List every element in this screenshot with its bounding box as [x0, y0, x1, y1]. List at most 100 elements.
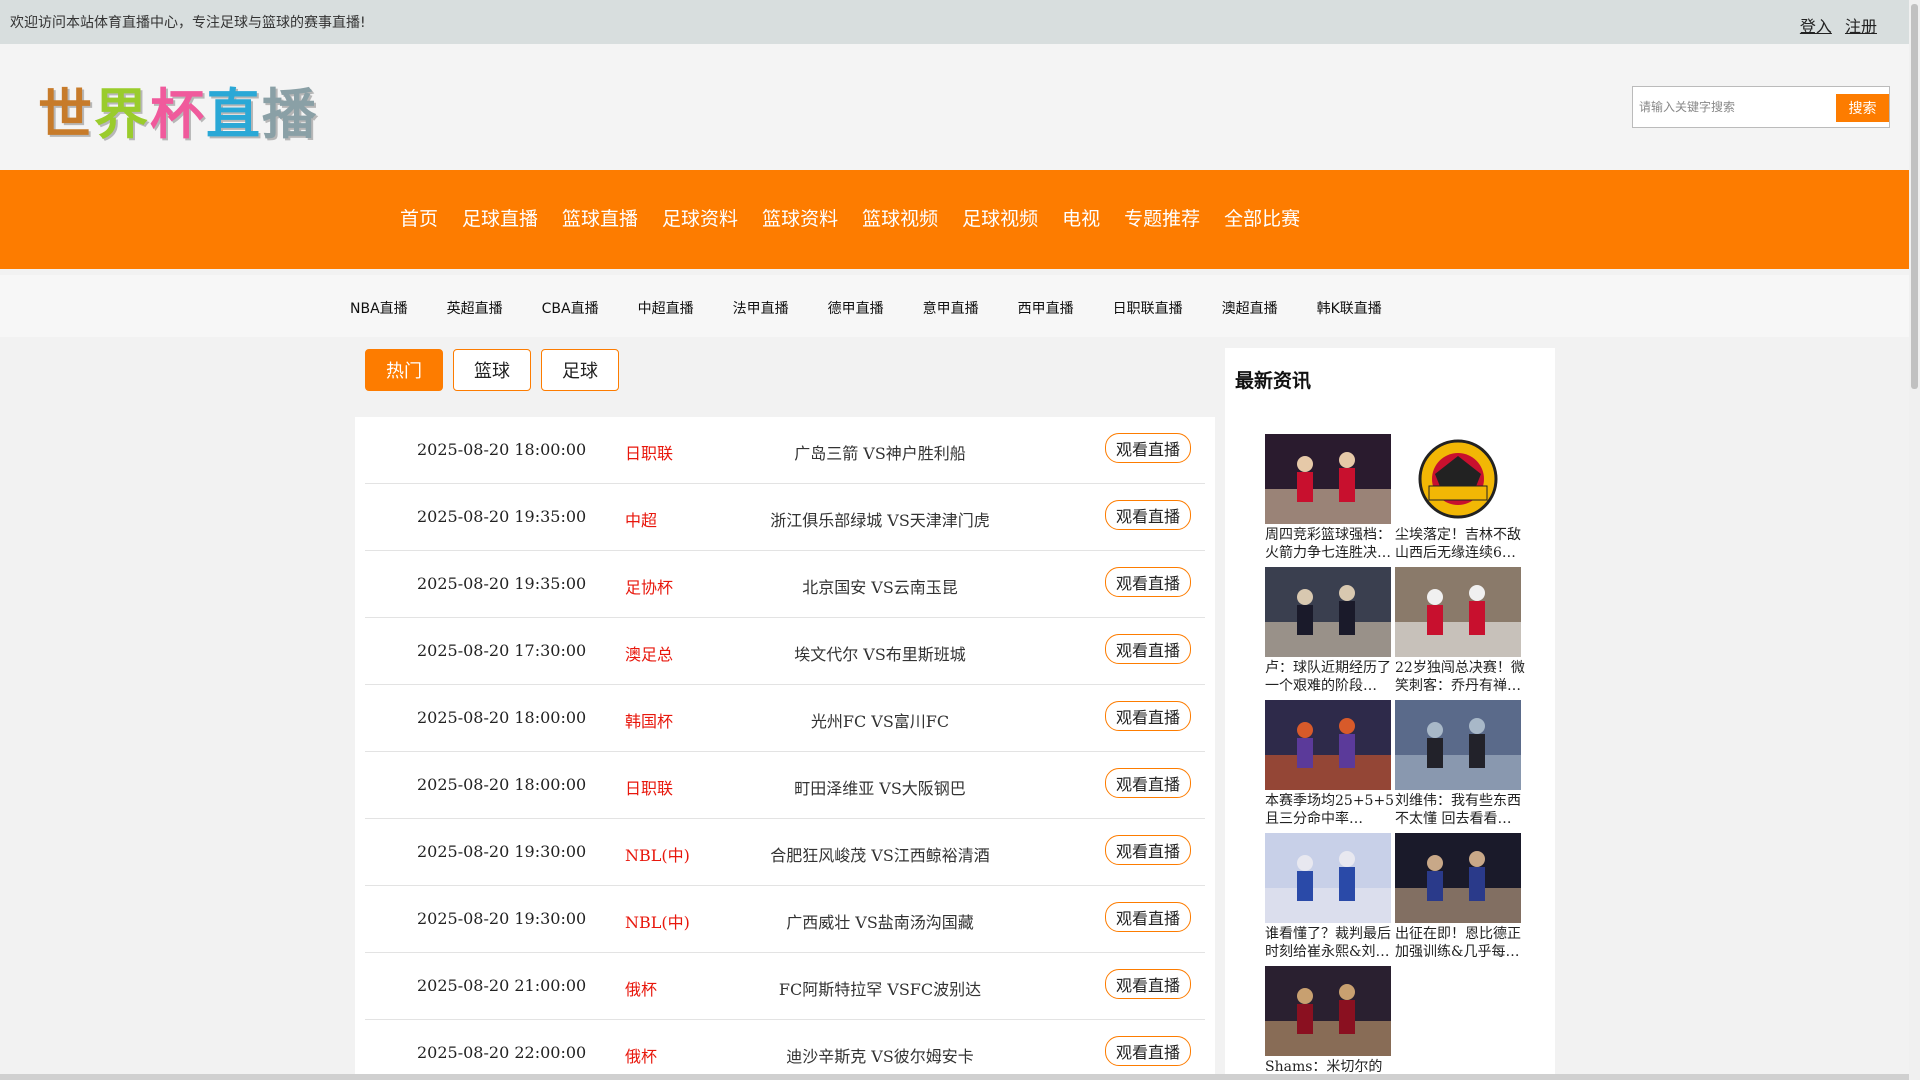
match-teams: 埃文代尔 VS布里斯班城	[794, 645, 966, 664]
match-league: 俄杯	[625, 980, 658, 999]
search-input[interactable]	[1635, 89, 1833, 125]
match-row: 2025-08-20 19:30:00 NBL(中) 合肥狂风峻茂 VS江西鲸裕清酒…	[365, 819, 1205, 886]
tab-football[interactable]: 足球	[541, 349, 619, 391]
photo-icon	[1265, 700, 1391, 790]
photo-icon	[1265, 966, 1391, 1056]
category-tabs: 热门 篮球 足球	[365, 349, 629, 391]
news-item[interactable]: 本赛季场均25+5+5且三分命中率40+%…	[1265, 700, 1394, 830]
news-caption: 谁看懂了？裁判最后时刻给崔永熙&刘…	[1265, 926, 1391, 960]
news-item[interactable]: 尘埃落定！吉林不敌山西后无缘连续6…	[1395, 434, 1521, 564]
match-row: 2025-08-20 22:00:00 俄杯 迪沙辛斯克 VS彼尔姆安卡 观看直播	[365, 1020, 1205, 1080]
photo-icon	[1395, 833, 1521, 923]
news-caption: 刘维伟：我有些东西不太懂 回去看看联…	[1395, 793, 1521, 827]
shield-logo-icon	[1395, 434, 1521, 524]
news-thumbnail	[1395, 833, 1521, 923]
match-time: 2025-08-20 19:30:00	[417, 909, 587, 928]
photo-icon	[1265, 567, 1391, 657]
match-teams: 町田泽维亚 VS大阪钢巴	[794, 779, 966, 798]
league-nav-item[interactable]: NBA直播	[350, 298, 408, 318]
main-nav-item[interactable]: 足球资料	[662, 204, 738, 231]
match-teams: 光州FC VS富川FC	[810, 712, 950, 731]
match-row: 2025-08-20 18:00:00 日职联 町田泽维亚 VS大阪钢巴 观看直播	[365, 752, 1205, 819]
match-time: 2025-08-20 22:00:00	[417, 1043, 587, 1062]
news-item[interactable]: 刘维伟：我有些东西不太懂 回去看看联…	[1395, 700, 1521, 830]
league-nav-item[interactable]: 西甲直播	[1018, 298, 1074, 318]
match-row: 2025-08-20 17:30:00 澳足总 埃文代尔 VS布里斯班城 观看直播	[365, 618, 1205, 685]
main-nav-item[interactable]: 首页	[400, 204, 438, 231]
match-teams: 浙江俱乐部绿城 VS天津津门虎	[770, 511, 990, 530]
match-time: 2025-08-20 19:35:00	[417, 574, 587, 593]
match-teams: 北京国安 VS云南玉昆	[802, 578, 958, 597]
news-thumbnail	[1265, 833, 1391, 923]
league-nav-item[interactable]: 德甲直播	[828, 298, 884, 318]
news-item[interactable]: 谁看懂了？裁判最后时刻给崔永熙&刘…	[1265, 833, 1391, 963]
match-teams: 迪沙辛斯克 VS彼尔姆安卡	[786, 1047, 974, 1066]
news-caption: 本赛季场均25+5+5且三分命中率40+%…	[1265, 793, 1395, 827]
news-thumbnail	[1265, 700, 1391, 790]
watch-live-button[interactable]: 观看直播	[1105, 902, 1191, 932]
league-nav-item[interactable]: 韩K联直播	[1317, 298, 1382, 318]
watch-live-button[interactable]: 观看直播	[1105, 969, 1191, 999]
league-nav-item[interactable]: 中超直播	[638, 298, 694, 318]
tab-hot[interactable]: 热门	[365, 349, 443, 391]
league-nav-item[interactable]: 意甲直播	[923, 298, 979, 318]
search-box: 搜索	[1632, 86, 1890, 128]
watch-live-button[interactable]: 观看直播	[1105, 500, 1191, 530]
logo-char: 界	[94, 82, 150, 146]
match-league: NBL(中)	[625, 913, 690, 932]
league-nav-item[interactable]: 日职联直播	[1113, 298, 1183, 318]
news-thumbnail	[1395, 567, 1521, 657]
match-league: 澳足总	[625, 645, 674, 664]
league-nav-item[interactable]: 英超直播	[447, 298, 503, 318]
news-caption: 周四竞彩篮球强档：火箭力争七连胜决 …	[1265, 527, 1391, 561]
watch-live-button[interactable]: 观看直播	[1105, 634, 1191, 664]
match-time: 2025-08-20 17:30:00	[417, 641, 587, 660]
main-nav-item[interactable]: 电视	[1062, 204, 1100, 231]
match-time: 2025-08-20 18:00:00	[417, 708, 587, 727]
register-link[interactable]: 注册	[1845, 17, 1877, 36]
tab-basketball[interactable]: 篮球	[453, 349, 531, 391]
league-nav-item[interactable]: 澳超直播	[1222, 298, 1278, 318]
main-nav-item[interactable]: 全部比赛	[1224, 204, 1300, 231]
news-caption: 出征在即！恩比德正加强训练&几乎每…	[1395, 926, 1521, 960]
login-link[interactable]: 登入	[1800, 17, 1832, 36]
watch-live-button[interactable]: 观看直播	[1105, 768, 1191, 798]
search-button[interactable]: 搜索	[1836, 94, 1889, 122]
match-time: 2025-08-20 19:35:00	[417, 507, 587, 526]
news-item[interactable]: 22岁独闯总决赛！微笑刺客：乔丹有禅…	[1395, 567, 1525, 697]
match-league: NBL(中)	[625, 846, 690, 865]
news-item[interactable]: Shams：米切尔的膝盖伤病已是近两…	[1265, 966, 1391, 1080]
match-league: 俄杯	[625, 1047, 658, 1066]
news-thumbnail	[1265, 434, 1391, 524]
logo-char: 直	[206, 82, 262, 146]
vertical-scrollbar[interactable]	[1909, 0, 1920, 1080]
watch-live-button[interactable]: 观看直播	[1105, 433, 1191, 463]
main-nav-item[interactable]: 篮球直播	[562, 204, 638, 231]
news-item[interactable]: 周四竞彩篮球强档：火箭力争七连胜决 …	[1265, 434, 1391, 564]
photo-icon	[1395, 567, 1521, 657]
match-teams: FC阿斯特拉罕 VSFC波别达	[778, 980, 982, 999]
scrollbar-thumb[interactable]	[1911, 4, 1918, 389]
watch-live-button[interactable]: 观看直播	[1105, 1036, 1191, 1066]
main-nav-item[interactable]: 篮球视频	[862, 204, 938, 231]
news-thumbnail	[1265, 567, 1391, 657]
watch-live-button[interactable]: 观看直播	[1105, 567, 1191, 597]
news-caption: 22岁独闯总决赛！微笑刺客：乔丹有禅…	[1395, 660, 1525, 694]
main-nav-item[interactable]: 足球直播	[462, 204, 538, 231]
welcome-text: 欢迎访问本站体育直播中心，专注足球与篮球的赛事直播!	[10, 15, 366, 31]
horizontal-scrollbar[interactable]	[0, 1074, 1909, 1080]
watch-live-button[interactable]: 观看直播	[1105, 835, 1191, 865]
watch-live-button[interactable]: 观看直播	[1105, 701, 1191, 731]
main-nav: 首页 足球直播 篮球直播 足球资料 篮球资料 篮球视频 足球视频 电视 专题推荐 全部比赛	[0, 170, 1909, 269]
league-nav-item[interactable]: 法甲直播	[733, 298, 789, 318]
news-item[interactable]: 出征在即！恩比德正加强训练&几乎每…	[1395, 833, 1521, 963]
main-nav-item[interactable]: 足球视频	[962, 204, 1038, 231]
league-nav-item[interactable]: CBA直播	[542, 298, 599, 318]
news-item[interactable]: 卢：球队近期经历了一个艰难的阶段 但…	[1265, 567, 1391, 697]
news-thumbnail	[1265, 966, 1391, 1056]
site-logo[interactable]: 世 界 杯 直 播	[38, 78, 356, 146]
main-nav-item[interactable]: 篮球资料	[762, 204, 838, 231]
team-logo-thumbnail	[1395, 434, 1521, 524]
match-row: 2025-08-20 21:00:00 俄杯 FC阿斯特拉罕 VSFC波别达 观看直播	[365, 953, 1205, 1020]
main-nav-item[interactable]: 专题推荐	[1124, 204, 1200, 231]
